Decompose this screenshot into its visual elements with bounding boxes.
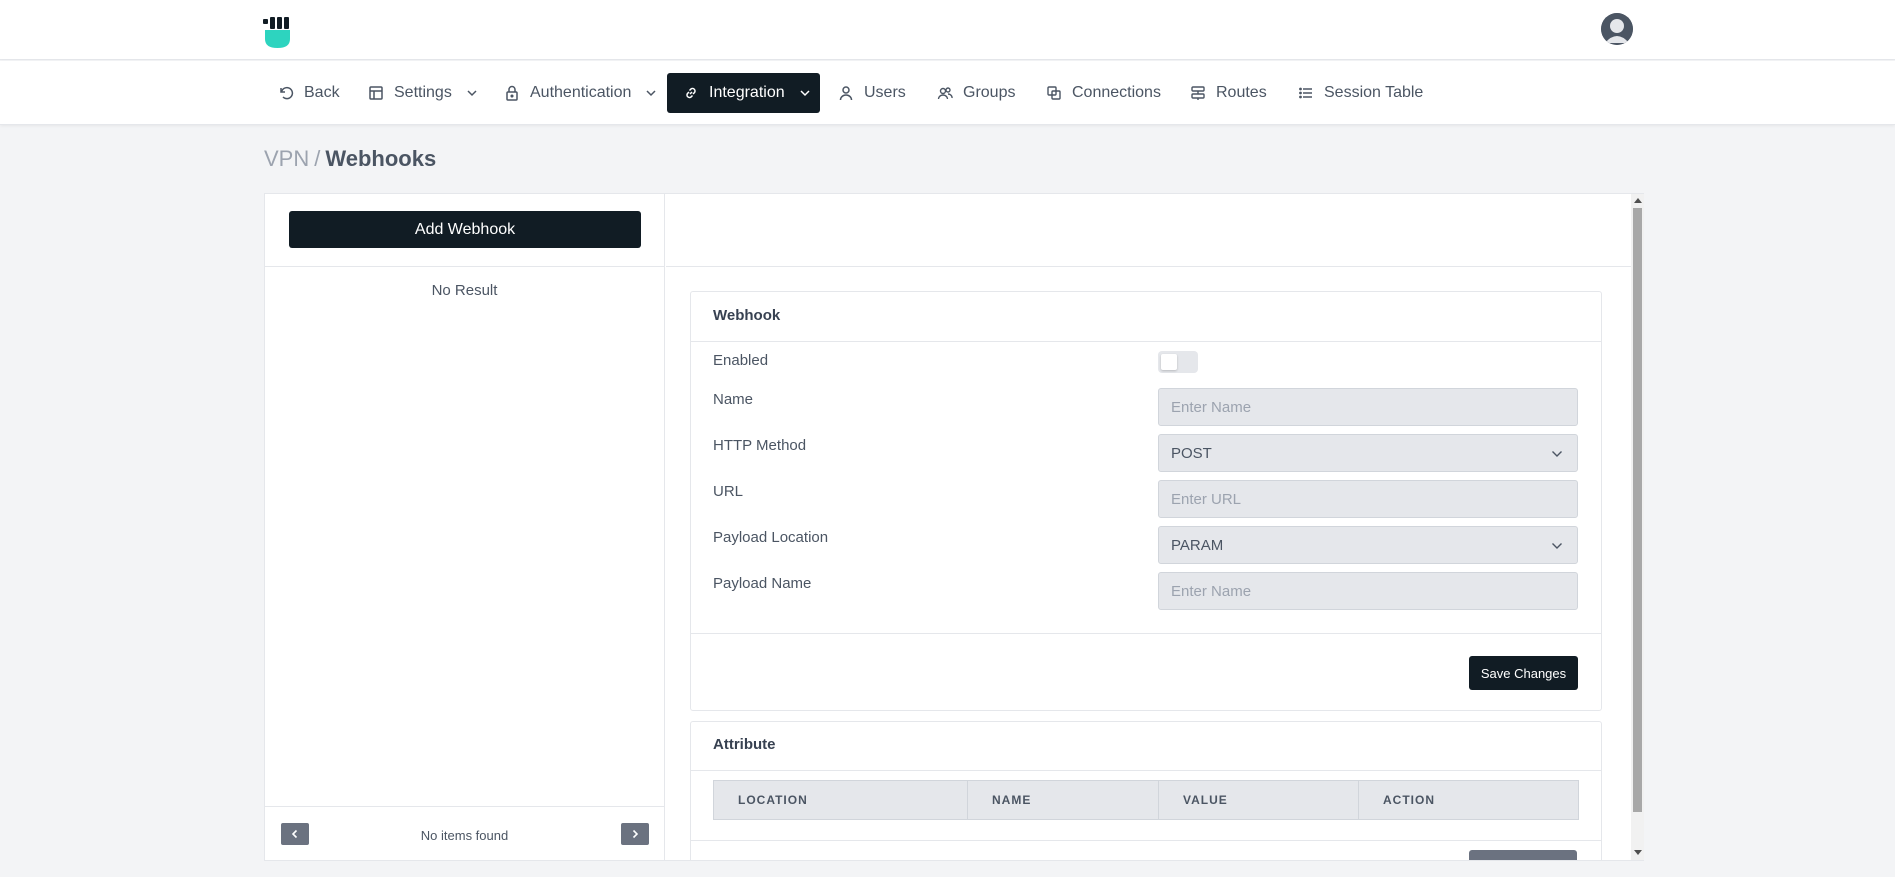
save-changes-button[interactable]: Save Changes bbox=[1469, 656, 1578, 690]
url-input[interactable] bbox=[1158, 480, 1578, 518]
add-attribute-button[interactable] bbox=[1469, 850, 1577, 860]
scroll-up-arrow-icon[interactable] bbox=[1634, 198, 1642, 203]
nav-authentication-label: Authentication bbox=[530, 84, 632, 101]
page-title: Webhooks bbox=[325, 146, 437, 171]
users-icon bbox=[937, 87, 953, 100]
column-header-value: VALUE bbox=[1159, 781, 1359, 819]
divider bbox=[691, 840, 1601, 841]
http-method-select[interactable]: POST bbox=[1158, 434, 1578, 472]
divider bbox=[691, 633, 1601, 634]
http-method-label: HTTP Method bbox=[713, 437, 807, 454]
lock-icon bbox=[506, 85, 518, 101]
payload-location-label: Payload Location bbox=[713, 529, 829, 546]
toggle-knob bbox=[1161, 354, 1177, 370]
add-webhook-button[interactable]: Add Webhook bbox=[289, 211, 641, 248]
nav-back[interactable]: Back bbox=[262, 73, 356, 113]
list-icon bbox=[1299, 87, 1312, 99]
layout-icon bbox=[369, 86, 383, 100]
pagination: No items found bbox=[265, 806, 664, 860]
nav-integration-label: Integration bbox=[709, 84, 785, 101]
nav-session-table[interactable]: Session Table bbox=[1282, 73, 1439, 113]
payload-location-select[interactable]: PARAM bbox=[1158, 526, 1578, 564]
nav-session-table-label: Session Table bbox=[1324, 84, 1424, 101]
detail-scrollbar[interactable] bbox=[1631, 194, 1644, 860]
nav-settings-label: Settings bbox=[394, 84, 452, 101]
next-page-button[interactable] bbox=[621, 823, 649, 845]
payload-name-input[interactable] bbox=[1158, 572, 1578, 610]
chevron-down-icon bbox=[1552, 543, 1562, 549]
breadcrumb: VPN / Webhooks bbox=[264, 146, 436, 172]
webhooks-card: Add Webhook No Result No items found Web… bbox=[264, 193, 1644, 861]
connections-icon bbox=[1047, 86, 1061, 100]
divider bbox=[691, 770, 1601, 771]
nav-groups-label: Groups bbox=[963, 84, 1016, 101]
webhook-form-panel: Webhook Enabled Name HTTP Method POST UR… bbox=[690, 291, 1602, 711]
nav-integration[interactable]: Integration bbox=[667, 73, 820, 113]
attribute-table-header: LOCATION NAME VALUE ACTION bbox=[713, 780, 1579, 820]
nav-routes[interactable]: Routes bbox=[1174, 73, 1283, 113]
main-nav: Back Settings Authentication Integration… bbox=[0, 61, 1895, 125]
chevron-down-icon bbox=[1552, 451, 1562, 457]
http-method-value: POST bbox=[1171, 444, 1212, 462]
nav-groups[interactable]: Groups bbox=[921, 73, 1031, 113]
fist-logo-icon[interactable] bbox=[263, 17, 293, 49]
nav-back-label: Back bbox=[304, 84, 340, 101]
routes-icon bbox=[1191, 86, 1205, 100]
column-header-name: NAME bbox=[968, 781, 1159, 819]
user-avatar-icon[interactable] bbox=[1601, 13, 1633, 45]
scroll-down-arrow-icon[interactable] bbox=[1634, 850, 1642, 855]
nav-authentication[interactable]: Authentication bbox=[488, 73, 673, 113]
user-icon bbox=[839, 86, 853, 101]
url-label: URL bbox=[713, 483, 744, 500]
nav-users[interactable]: Users bbox=[822, 73, 922, 113]
name-input[interactable] bbox=[1158, 388, 1578, 426]
webhook-detail-pane: Webhook Enabled Name HTTP Method POST UR… bbox=[666, 194, 1632, 860]
enabled-toggle[interactable] bbox=[1158, 351, 1198, 373]
nav-connections[interactable]: Connections bbox=[1030, 73, 1177, 113]
breadcrumb-root[interactable]: VPN bbox=[264, 146, 309, 171]
name-label: Name bbox=[713, 391, 754, 408]
enabled-label: Enabled bbox=[713, 352, 769, 369]
payload-name-label: Payload Name bbox=[713, 575, 812, 592]
top-bar bbox=[0, 0, 1895, 60]
link-icon bbox=[686, 87, 696, 99]
column-header-action: ACTION bbox=[1383, 793, 1435, 807]
scrollbar-thumb[interactable] bbox=[1633, 208, 1642, 812]
divider bbox=[666, 266, 1632, 267]
webhook-list-pane: Add Webhook No Result No items found bbox=[265, 194, 665, 860]
column-header-location: LOCATION bbox=[714, 781, 968, 819]
webhook-panel-title: Webhook bbox=[713, 307, 781, 324]
chevron-down-icon bbox=[800, 90, 810, 97]
divider bbox=[691, 341, 1601, 342]
pagination-status: No items found bbox=[420, 828, 509, 843]
payload-location-value: PARAM bbox=[1171, 536, 1224, 554]
chevron-down-icon bbox=[467, 90, 477, 97]
breadcrumb-separator: / bbox=[314, 146, 321, 171]
nav-connections-label: Connections bbox=[1072, 84, 1161, 101]
chevron-right-icon bbox=[632, 829, 639, 839]
chevron-down-icon bbox=[646, 90, 656, 97]
empty-list-text: No Result bbox=[431, 282, 498, 299]
divider bbox=[265, 266, 664, 267]
back-arrow-icon bbox=[280, 86, 294, 100]
attribute-panel-title: Attribute bbox=[713, 736, 776, 753]
nav-users-label: Users bbox=[864, 84, 906, 101]
attribute-panel: Attribute LOCATION NAME VALUE ACTION bbox=[690, 721, 1602, 860]
nav-settings[interactable]: Settings bbox=[352, 73, 494, 113]
nav-routes-label: Routes bbox=[1216, 84, 1267, 101]
